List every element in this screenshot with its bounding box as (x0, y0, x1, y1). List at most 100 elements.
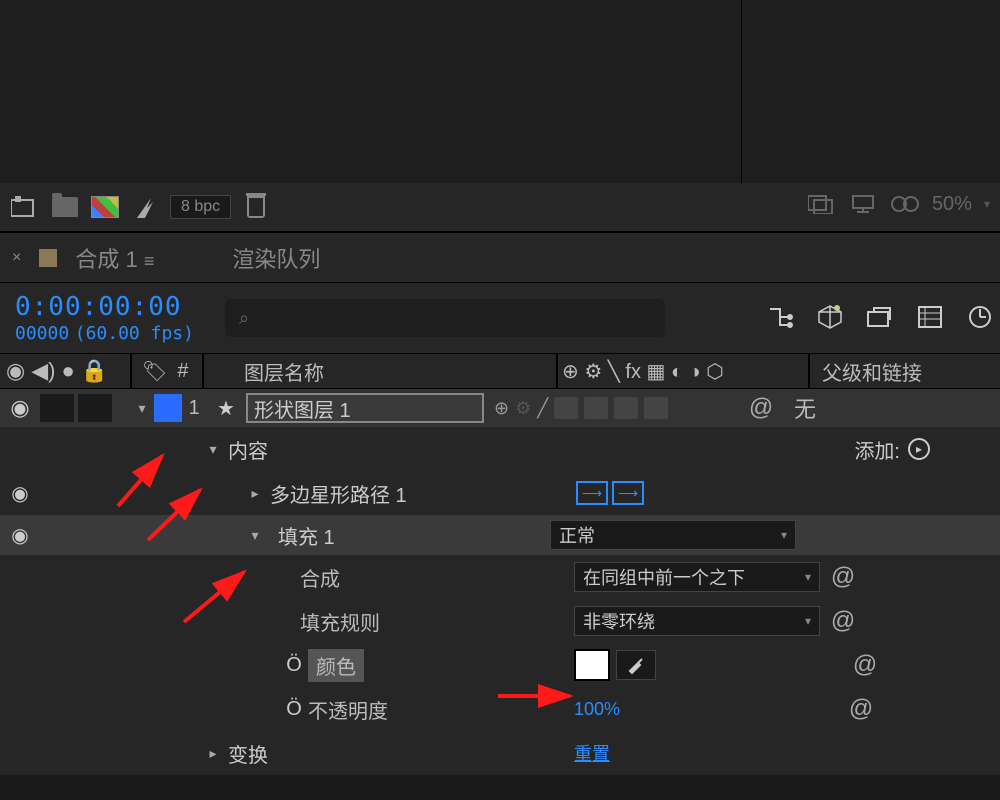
chevron-down-icon[interactable]: ▾ (198, 441, 228, 458)
switches-header: ⊕ ⚙ ╲ fx ▦ ◐ ◑ ⬡ (558, 359, 808, 384)
interpret-footage-icon[interactable] (10, 195, 40, 219)
shape-layer-icon: ★ (206, 396, 246, 421)
bezier-path-btn-2[interactable]: ⟶ (612, 481, 644, 505)
fill-label: 填充 1 (270, 519, 550, 552)
switch-slot[interactable] (554, 397, 578, 419)
draft3d-icon[interactable] (816, 303, 844, 331)
switch-slot[interactable] (644, 397, 668, 419)
chevron-right-icon[interactable]: ▸ (198, 745, 228, 762)
add-label: 添加: (854, 435, 900, 464)
layer-row[interactable]: ◉ ▾ 1 ★ 形状图层 1 ⊕ ⚙ ╱ @ 无 (0, 389, 1000, 427)
render-queue-tab[interactable]: 渲染队列 (232, 242, 320, 274)
comp-flowchart-icon[interactable] (766, 303, 794, 331)
label-column-icon: 🏷 (132, 359, 167, 384)
pickwhip-icon[interactable]: @ (848, 648, 882, 682)
pickwhip-icon[interactable]: @ (826, 560, 860, 594)
visibility-toggle[interactable]: ◉ (0, 395, 40, 421)
comp-color-swatch (39, 249, 57, 267)
contents-group-row[interactable]: ▾ 内容 添加: ▸ (0, 427, 1000, 471)
color-label: 颜色 (308, 649, 364, 682)
frame-blend-icon[interactable] (916, 303, 944, 331)
comp-tab[interactable]: 合成 1 ≡ (75, 242, 154, 274)
stopwatch-icon[interactable]: Ö (280, 651, 308, 679)
reset-link[interactable]: 重置 (574, 744, 610, 764)
feather-icon[interactable] (130, 195, 160, 219)
timeline-column-headers: ◉ ◀) ● 🔒 🏷 # 图层名称 ⊕ ⚙ ╲ fx ▦ ◐ ◑ ⬡ 父级和链接 (0, 353, 1000, 389)
current-timecode[interactable]: 0:00:00:00 (15, 292, 194, 322)
chevron-down-icon: ▾ (805, 570, 811, 584)
project-footer-bar: 8 bpc 50% ▾ (0, 183, 1000, 233)
collapse-switch[interactable]: ⚙ (515, 398, 531, 419)
audio-column-icon: ◀) (31, 358, 55, 384)
shy-icon[interactable] (866, 303, 894, 331)
switch-slot[interactable] (614, 397, 638, 419)
blend-mode-dropdown[interactable]: 正常 ▾ (550, 520, 796, 550)
search-icon: ⌕ (239, 308, 249, 329)
goggles-icon[interactable] (890, 192, 920, 216)
stopwatch-icon[interactable]: Ö (280, 695, 308, 723)
chevron-down-icon[interactable]: ▾ (240, 527, 270, 544)
composition-viewer[interactable] (0, 0, 742, 183)
fps-display: (60.00 fps) (75, 323, 194, 344)
solo-column-icon: ● (61, 358, 74, 384)
zoom-level[interactable]: 50% (932, 193, 972, 216)
folder-icon[interactable] (50, 195, 80, 219)
layer-twirl-icon[interactable]: ▾ (130, 400, 154, 417)
switch-slot[interactable] (584, 397, 608, 419)
parent-dropdown[interactable]: 无 (786, 392, 816, 424)
zoom-dropdown-icon[interactable]: ▾ (984, 197, 990, 211)
toggle-transparency-icon[interactable] (806, 192, 836, 216)
parent-link-header[interactable]: 父级和链接 (810, 357, 1000, 386)
add-circle-icon[interactable]: ▸ (908, 438, 930, 460)
transform-label: 变换 (228, 739, 268, 768)
fill-group-row[interactable]: ◉ ▾ 填充 1 正常 ▾ (0, 515, 1000, 555)
fill-rule-dropdown[interactable]: 非零环绕 ▾ (574, 606, 820, 636)
pickwhip-icon[interactable]: @ (844, 692, 878, 726)
composite-row: 合成 在同组中前一个之下 ▾ @ (0, 555, 1000, 599)
tab-menu-icon[interactable]: ≡ (144, 251, 155, 271)
opacity-row: Ö 不透明度 100% @ (0, 687, 1000, 731)
fill-rule-row: 填充规则 非零环绕 ▾ @ (0, 599, 1000, 643)
eyedropper-button[interactable] (616, 650, 656, 680)
layer-name-text: 形状图层 1 (254, 394, 351, 423)
composite-label: 合成 (300, 563, 340, 592)
composite-value: 在同组中前一个之下 (583, 564, 788, 590)
layer-name-field[interactable]: 形状图层 1 (246, 393, 484, 423)
color-swatch[interactable] (574, 649, 610, 681)
polystar-label: 多边星形路径 1 (270, 479, 407, 508)
layer-index: 1 (182, 397, 206, 420)
layer-name-header[interactable]: 图层名称 (204, 357, 556, 386)
layer-color-label[interactable] (154, 394, 182, 422)
chevron-right-icon[interactable]: ▸ (240, 485, 270, 502)
quality-switch[interactable]: ╱ (537, 398, 548, 419)
monitor-icon[interactable] (848, 192, 878, 216)
pickwhip-icon[interactable]: @ (736, 394, 786, 422)
close-tab-icon[interactable]: × (12, 249, 21, 267)
contents-label: 内容 (228, 435, 268, 464)
timeline-tabs: × 合成 1 ≡ 渲染队列 (0, 233, 1000, 283)
motion-blur-icon[interactable] (966, 303, 994, 331)
index-column-header: # (177, 360, 188, 383)
bezier-path-btn-1[interactable]: ⟶ (576, 481, 608, 505)
bpc-button[interactable]: 8 bpc (170, 195, 231, 219)
pickwhip-icon[interactable]: @ (826, 604, 860, 638)
visibility-toggle[interactable]: ◉ (0, 523, 40, 548)
current-frame[interactable]: 00000 (15, 323, 69, 344)
timeline-search-input[interactable]: ⌕ (225, 299, 665, 337)
fill-rule-value: 非零环绕 (583, 608, 655, 634)
trash-icon[interactable] (241, 195, 271, 219)
composite-dropdown[interactable]: 在同组中前一个之下 ▾ (574, 562, 820, 592)
polystar-path-row[interactable]: ◉ ▸ 多边星形路径 1 ⟶ ⟶ (0, 471, 1000, 515)
opacity-value[interactable]: 100% (574, 699, 620, 720)
opacity-label: 不透明度 (308, 695, 388, 724)
new-comp-icon[interactable] (90, 195, 120, 219)
add-shape-button[interactable]: 添加: ▸ (854, 435, 930, 464)
blend-mode-value: 正常 (559, 522, 595, 548)
fill-rule-label: 填充规则 (300, 607, 380, 636)
secondary-viewer[interactable] (742, 0, 1000, 183)
transform-group-row[interactable]: ▸ 变换 重置 (0, 731, 1000, 775)
visibility-toggle[interactable]: ◉ (0, 481, 40, 506)
chevron-down-icon: ▾ (805, 614, 811, 628)
comp-tab-label: 合成 1 (75, 247, 137, 272)
shy-switch[interactable]: ⊕ (494, 398, 509, 419)
